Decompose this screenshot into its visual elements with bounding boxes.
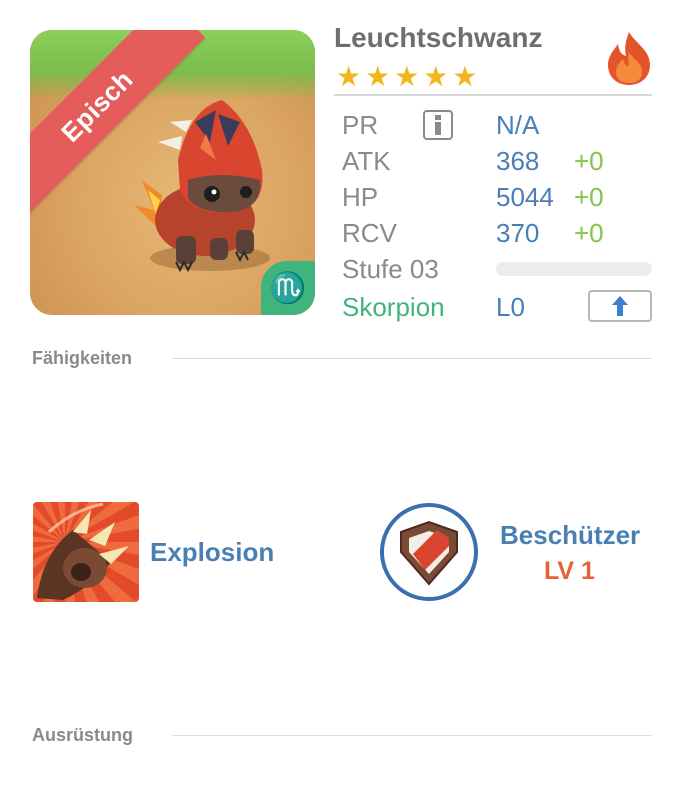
monster-portrait[interactable]: Episch ♏ [30, 30, 315, 315]
star-rating: ★★★★★ [336, 61, 482, 92]
pr-value: N/A [496, 110, 540, 140]
active-skill-icon[interactable] [33, 502, 139, 602]
header-divider [334, 94, 652, 96]
abilities-section-divider [172, 358, 652, 359]
equipment-section-divider [172, 735, 652, 736]
leader-skill-level: LV 1 [544, 557, 595, 585]
rcv-value: 370 [496, 218, 540, 248]
upgrade-button[interactable] [588, 290, 652, 322]
rcv-bonus: +0 [574, 218, 604, 248]
zodiac-name: Skorpion [342, 292, 445, 322]
equipment-section-title: Ausrüstung [32, 725, 133, 745]
claw-icon [37, 502, 129, 600]
hp-value: 5044 [496, 182, 554, 212]
level-label: Stufe 03 [342, 254, 439, 284]
fire-icon [608, 32, 650, 85]
atk-bonus: +0 [574, 146, 604, 176]
atk-label: ATK [342, 146, 391, 176]
pr-label: PR [342, 110, 379, 140]
pr-info-button[interactable] [423, 110, 453, 140]
shield-icon[interactable] [379, 502, 479, 602]
hp-label: HP [342, 182, 379, 212]
zodiac-badge: ♏ [261, 261, 315, 315]
leader-skill-name[interactable]: Beschützer [500, 520, 640, 551]
limit-break-value: L0 [496, 292, 525, 322]
hp-bonus: +0 [574, 182, 604, 212]
arrow-up-icon [612, 296, 628, 316]
level-progress-bar [496, 262, 652, 276]
abilities-section-title: Fähigkeiten [32, 348, 133, 368]
zodiac-icon: ♏ [269, 271, 307, 305]
atk-value: 368 [496, 146, 540, 176]
monster-name: Leuchtschwanz [334, 22, 543, 53]
rcv-label: RCV [342, 218, 397, 248]
info-icon [435, 115, 441, 135]
active-skill-name[interactable]: Explosion [150, 537, 274, 568]
